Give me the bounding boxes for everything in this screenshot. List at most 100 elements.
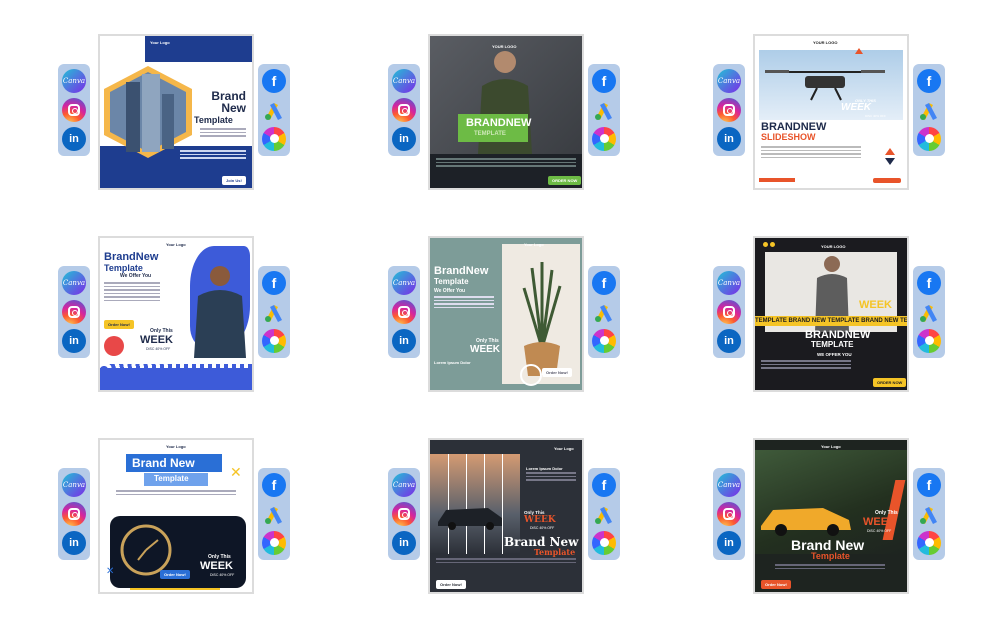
- canva-icon[interactable]: Canva: [392, 271, 416, 296]
- logo-text: Your Logo: [524, 242, 544, 247]
- offer-heading: We Offer You: [120, 273, 152, 279]
- cta-button[interactable]: ORDER NOW: [548, 176, 582, 185]
- google-ads-icon[interactable]: [262, 300, 286, 324]
- template-card[interactable]: Your Logo BrandNew Template We Offer You…: [428, 236, 584, 392]
- promo-discount: DISC 40% OFF: [867, 529, 892, 533]
- template-card[interactable]: Your Logo Brand New Template ✕ Only This…: [98, 438, 254, 594]
- canva-icon[interactable]: Canva: [717, 69, 741, 94]
- facebook-icon[interactable]: f: [917, 473, 941, 498]
- instagram-icon[interactable]: [392, 299, 416, 324]
- linkedin-icon[interactable]: in: [717, 530, 741, 555]
- template-card[interactable]: Your Logo Lorem Ipsum Dolor Only This WE…: [428, 438, 584, 594]
- promo-discount: DISC 40% OFF: [865, 114, 886, 118]
- facebook-icon[interactable]: f: [592, 271, 616, 296]
- drone-image: [765, 70, 885, 101]
- google-ads-icon[interactable]: [917, 502, 941, 526]
- google-ads-icon[interactable]: [262, 98, 286, 122]
- template-subtitle: TEMPLATE: [811, 340, 854, 349]
- instagram-icon[interactable]: [62, 501, 86, 526]
- cta-button[interactable]: Order Now!: [542, 368, 572, 377]
- google-ads-icon[interactable]: [592, 502, 616, 526]
- facebook-icon[interactable]: f: [262, 271, 286, 296]
- template-card[interactable]: YOUR LOGO ONLY THIS WEEK DISC 40% OFF BR…: [753, 34, 909, 190]
- color-palette-icon[interactable]: [592, 530, 616, 555]
- cta-button[interactable]: Order Now!: [436, 580, 466, 589]
- cta-button[interactable]: ORDER NOW: [873, 378, 907, 387]
- building-image: [104, 66, 192, 158]
- color-palette-icon[interactable]: [262, 328, 286, 353]
- facebook-icon[interactable]: f: [917, 271, 941, 296]
- google-ads-icon[interactable]: [592, 300, 616, 324]
- promo-discount: DISC 40% OFF: [530, 526, 555, 530]
- promo-week: WEEK: [859, 299, 892, 311]
- instagram-icon[interactable]: [62, 97, 86, 122]
- linkedin-icon[interactable]: in: [392, 328, 416, 353]
- color-palette-icon[interactable]: [262, 126, 286, 151]
- instagram-icon[interactable]: [717, 299, 741, 324]
- facebook-icon[interactable]: f: [262, 473, 286, 498]
- canva-icon[interactable]: Canva: [717, 271, 741, 296]
- promo-week: WEEK: [140, 334, 173, 346]
- logo-text: YOUR LOGO: [813, 40, 838, 45]
- template-card[interactable]: Your Logo Only This WEEK DISC 40% OFF Br…: [753, 438, 909, 594]
- facebook-icon[interactable]: f: [592, 473, 616, 498]
- promo-week: WEEK: [863, 516, 896, 528]
- instagram-icon[interactable]: [62, 299, 86, 324]
- canva-icon[interactable]: Canva: [62, 69, 86, 94]
- instagram-icon[interactable]: [717, 97, 741, 122]
- template-card[interactable]: Your Logo BrandNew Template We Offer You…: [98, 236, 254, 392]
- linkedin-icon[interactable]: in: [392, 126, 416, 151]
- linkedin-icon[interactable]: in: [62, 126, 86, 151]
- left-social-bar: Canva in: [713, 468, 745, 560]
- canva-icon[interactable]: Canva: [392, 473, 416, 498]
- instagram-icon[interactable]: [392, 97, 416, 122]
- left-social-bar: Canva in: [58, 266, 90, 358]
- linkedin-icon[interactable]: in: [717, 328, 741, 353]
- color-palette-icon[interactable]: [592, 328, 616, 353]
- color-palette-icon[interactable]: [592, 126, 616, 151]
- template-cell-1: Canva in Your Logo Brand New Template Joi…: [58, 34, 290, 190]
- offer-heading: We Offer You: [434, 288, 466, 294]
- template-card[interactable]: YOUR LOGO WEEK TEMPLATE BRAND NEW TEMPLA…: [753, 236, 909, 392]
- instagram-icon[interactable]: [392, 501, 416, 526]
- template-card[interactable]: YOUR LOGO BRANDNEW TEMPLATE ORDER NOW: [428, 34, 584, 190]
- promo-week: WEEK: [200, 560, 233, 572]
- left-social-bar: Canva in: [58, 468, 90, 560]
- template-subtitle: SLIDESHOW: [761, 132, 816, 142]
- logo-text: Your Logo: [150, 40, 170, 45]
- cta-button[interactable]: Order Now!: [104, 320, 134, 329]
- color-palette-icon[interactable]: [262, 530, 286, 555]
- google-ads-icon[interactable]: [262, 502, 286, 526]
- facebook-icon[interactable]: f: [592, 69, 616, 94]
- cta-button[interactable]: Order Now!: [761, 580, 791, 589]
- google-ads-icon[interactable]: [917, 98, 941, 122]
- linkedin-icon[interactable]: in: [717, 126, 741, 151]
- canva-icon[interactable]: Canva: [62, 473, 86, 498]
- template-subtitle: Template: [534, 547, 576, 557]
- google-ads-icon[interactable]: [592, 98, 616, 122]
- logo-text: YOUR LOGO: [492, 44, 517, 49]
- template-cell-6: Canva in YOUR LOGO WEEK TEMPLATE BRAND N…: [713, 236, 945, 392]
- linkedin-icon[interactable]: in: [62, 328, 86, 353]
- template-cell-7: Canva in Your Logo Brand New Template ✕ …: [58, 438, 290, 594]
- canva-icon[interactable]: Canva: [717, 473, 741, 498]
- promo-discount: DISC 40% OFF: [210, 573, 235, 577]
- google-ads-icon[interactable]: [917, 300, 941, 324]
- canva-icon[interactable]: Canva: [62, 271, 86, 296]
- offer-heading: WE OFFER YOU: [817, 352, 852, 357]
- template-card[interactable]: Your Logo Brand New Template Join Us!: [98, 34, 254, 190]
- color-palette-icon[interactable]: [917, 530, 941, 555]
- plant-image: [522, 262, 562, 376]
- cta-button[interactable]: Order Now!: [160, 570, 190, 579]
- facebook-icon[interactable]: f: [262, 69, 286, 94]
- facebook-icon[interactable]: f: [917, 69, 941, 94]
- color-palette-icon[interactable]: [917, 328, 941, 353]
- promo-discount: DISC 40% OFF: [146, 347, 171, 351]
- linkedin-icon[interactable]: in: [392, 530, 416, 555]
- cta-button[interactable]: Join Us!: [222, 176, 246, 185]
- linkedin-icon[interactable]: in: [62, 530, 86, 555]
- instagram-icon[interactable]: [717, 501, 741, 526]
- template-title: Brand New: [132, 456, 195, 470]
- canva-icon[interactable]: Canva: [392, 69, 416, 94]
- color-palette-icon[interactable]: [917, 126, 941, 151]
